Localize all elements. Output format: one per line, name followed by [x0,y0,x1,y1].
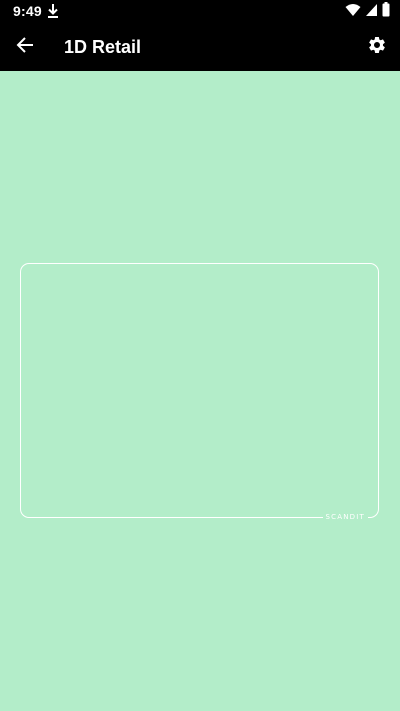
gear-icon [367,35,387,60]
signal-icon [365,3,378,22]
settings-button[interactable] [364,34,390,60]
scandit-logo: SCANDIT [322,513,368,522]
download-icon [46,3,60,19]
status-icons [345,2,390,22]
status-bar: 9:49 [0,0,400,24]
page-title: 1D Retail [64,37,142,57]
app-bar: 1D Retail [0,24,400,71]
scan-viewfinder: SCANDIT [20,263,379,522]
status-time: 9:49 [13,3,42,19]
battery-icon [382,2,390,22]
arrow-back-icon [16,36,34,59]
back-button[interactable] [12,34,38,60]
camera-preview[interactable]: SCANDIT [0,71,400,711]
wifi-icon [345,3,361,22]
